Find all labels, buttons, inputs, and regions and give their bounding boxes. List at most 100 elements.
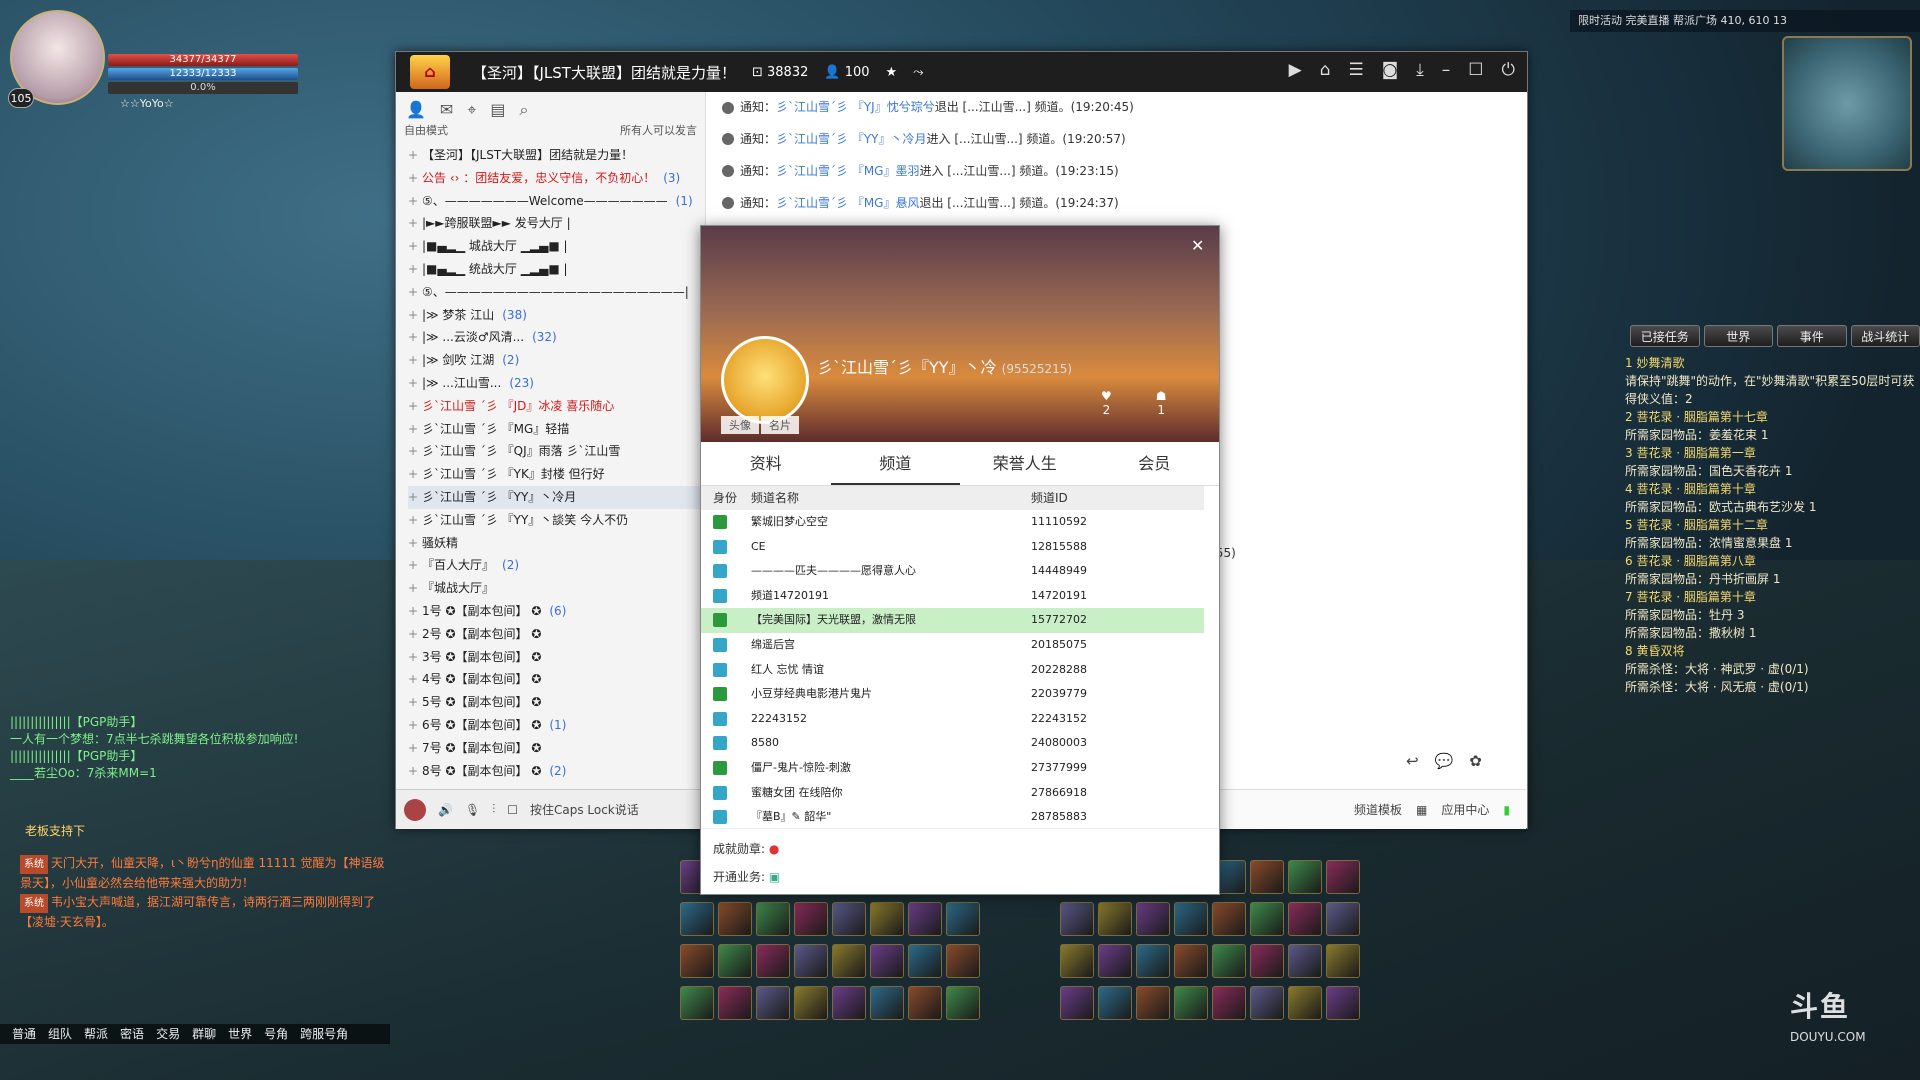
skill-slot[interactable] [680, 944, 714, 978]
quest-line[interactable]: 所需家园物品：丹书折画屏 1 [1625, 570, 1915, 588]
skill-slot[interactable] [946, 944, 980, 978]
quest-line[interactable]: 所需家园物品：欧式古典布艺沙发 1 [1625, 498, 1915, 516]
notice-channel[interactable]: ...江山雪... [967, 100, 1026, 114]
download-icon[interactable]: ⤓ [1416, 60, 1424, 80]
channel-tree-item[interactable]: + |≫ ...江山雪... (23) [408, 372, 705, 395]
self-avatar[interactable] [404, 798, 426, 821]
channel-name-cell[interactable]: 22243152 [745, 707, 1025, 732]
channel-tree-item[interactable]: + ⑤、———————Welcome——————— (1) [408, 190, 705, 213]
template-button[interactable]: 频道模板 [1354, 801, 1402, 818]
skill-slot[interactable] [1174, 902, 1208, 936]
quest-line[interactable]: 7 菩花录 · 胭脂篇第十章 [1625, 588, 1915, 606]
app-center-button[interactable]: 应用中心 [1441, 801, 1489, 818]
card-tab[interactable]: 名片 [761, 416, 799, 434]
channel-row[interactable]: ————匹夫————愿得意人心 14448949 [701, 559, 1204, 584]
channel-tree-item[interactable]: + |►►跨服联盟►► 发号大厅 | [408, 212, 705, 235]
skill-slot[interactable] [832, 902, 866, 936]
expand-icon[interactable]: + [408, 144, 422, 167]
expand-icon[interactable]: + [408, 167, 422, 190]
quest-line[interactable]: 所需家园物品：撒秋树 1 [1625, 624, 1915, 642]
skill-slot[interactable] [1060, 902, 1094, 936]
skill-slot[interactable] [832, 944, 866, 978]
power-icon[interactable]: ⏻ [1502, 60, 1515, 80]
expand-icon[interactable]: + [408, 463, 422, 486]
expand-icon[interactable]: + [408, 714, 422, 737]
speaker-icon[interactable]: 🔊 [438, 803, 453, 817]
channel-tree-item[interactable]: +4号 ✪【副本包间】 ✪ [408, 668, 705, 691]
channel-tree-item[interactable]: + 『城战大厅』 [408, 577, 705, 600]
skill-slot[interactable] [718, 944, 752, 978]
quest-line[interactable]: 3 菩花录 · 胭脂篇第一章 [1625, 444, 1915, 462]
quest-line[interactable]: 所需家园物品：牡丹 3 [1625, 606, 1915, 624]
channel-name-cell[interactable]: 【完美国际】天光联盟，激情无限 [745, 608, 1025, 633]
channel-tree-item[interactable]: + 彡ˋ江山雪 ˊ彡 『QJ』雨落 彡ˋ江山雪 [408, 440, 705, 463]
notice-channel[interactable]: ...江山雪... [952, 196, 1011, 210]
chat-tab[interactable]: 跨服号角 [296, 1024, 352, 1044]
skill-slot[interactable] [908, 986, 942, 1020]
expand-icon[interactable]: + [408, 668, 422, 691]
caps-checkbox[interactable]: ☐ [507, 803, 518, 817]
expand-icon[interactable]: + [408, 737, 422, 760]
skill-slot[interactable] [794, 902, 828, 936]
channel-name-cell[interactable]: 僵尸-鬼片-惊险-刺激 [745, 756, 1025, 781]
channel-tree-item[interactable]: + |■▄▂▁ 统战大厅 ▁▂▄■ | [408, 258, 705, 281]
expand-icon[interactable]: + [408, 577, 422, 600]
expand-icon[interactable]: + [408, 258, 422, 281]
gamepad-icon[interactable]: ◙ [1382, 60, 1399, 80]
skill-slot[interactable] [680, 902, 714, 936]
profile-tab[interactable]: 频道 [830, 442, 960, 485]
quest-tab[interactable]: 世界 [1703, 325, 1773, 347]
channel-name-cell[interactable]: 红人 忘忧 情谊 [745, 658, 1025, 683]
profile-tab[interactable]: 会员 [1090, 442, 1220, 485]
skill-slot[interactable] [1288, 944, 1322, 978]
channel-row[interactable]: CE 12815588 [701, 535, 1204, 560]
minimap[interactable] [1782, 36, 1912, 171]
channel-tree-item[interactable]: + 【圣河】【JLST大联盟】团结就是力量！ [408, 144, 705, 167]
channel-row[interactable]: 22243152 22243152 [701, 707, 1204, 732]
profile-avatar[interactable] [721, 336, 809, 424]
reply-icon[interactable]: ↩ [1406, 752, 1419, 770]
channel-tree-item[interactable]: + 彡ˋ江山雪 ˊ彡 『JD』冰凌 喜乐随心 [408, 395, 705, 418]
skill-slot[interactable] [1250, 944, 1284, 978]
user-icon[interactable]: 👤 [406, 100, 426, 119]
channel-name-cell[interactable]: CE [745, 535, 1025, 560]
skill-slot[interactable] [756, 986, 790, 1020]
channel-tree-item[interactable]: + 彡ˋ江山雪 ˊ彡 『YK』封楼 但行好 [408, 463, 705, 486]
skill-slot[interactable] [870, 986, 904, 1020]
channel-tree-item[interactable]: + |≫ 剑吹 江湖 (2) [408, 349, 705, 372]
skill-slot[interactable] [1060, 986, 1094, 1020]
expand-icon[interactable]: + [408, 509, 422, 532]
channel-tree-item[interactable]: + |■▄▂▁ 城战大厅 ▁▂▄■ | [408, 235, 705, 258]
skill-slot[interactable] [718, 986, 752, 1020]
chat-tab[interactable]: 世界 [224, 1024, 256, 1044]
channel-tree-item[interactable]: + 公告 ‹› ：团结友爱，忠义守信，不负初心！ (3) [408, 167, 705, 190]
skill-slot[interactable] [1174, 944, 1208, 978]
expand-icon[interactable]: + [408, 646, 422, 669]
channel-tree-item[interactable]: + |≫ ...云淡♂风清... (32) [408, 326, 705, 349]
expand-icon[interactable]: + [408, 760, 422, 783]
comment-icon[interactable]: 💬 [1435, 752, 1454, 770]
maximize-icon[interactable]: ☐ [1468, 60, 1483, 80]
channel-tree-item[interactable]: +6号 ✪【副本包间】 ✪ (1) [408, 714, 705, 737]
notice-user[interactable]: 彡ˋ江山雪ˊ彡 『MG』墨羽 [776, 164, 919, 178]
video-icon[interactable]: ▶ [1289, 60, 1302, 80]
skill-slot[interactable] [1136, 986, 1170, 1020]
skill-slot[interactable] [1098, 944, 1132, 978]
channel-tree-item[interactable]: + 彡ˋ江山雪 ˊ彡 『YY』丶冷月 [408, 485, 705, 509]
expand-icon[interactable]: + [408, 349, 422, 372]
expand-icon[interactable]: + [408, 623, 422, 646]
channel-tree-item[interactable]: + |≫ 梦茶 江山 (38) [408, 304, 705, 327]
skill-slot[interactable] [1060, 944, 1094, 978]
skill-slot[interactable] [1098, 902, 1132, 936]
skill-slot[interactable] [908, 944, 942, 978]
skill-slot[interactable] [908, 902, 942, 936]
channel-row[interactable]: 蜜糖女团 在线陪你 27866918 [701, 781, 1204, 806]
expand-icon[interactable]: + [408, 691, 422, 714]
channel-tree-item[interactable]: + 彡ˋ江山雪 ˊ彡 『YY』丶談笑 今人不仍 [408, 509, 705, 532]
quest-line[interactable]: 6 菩花录 · 胭脂篇第八章 [1625, 552, 1915, 570]
channel-tree-item[interactable]: +8号 ✪【副本包间】 ✪ (2) [408, 760, 705, 783]
skill-slot[interactable] [1136, 944, 1170, 978]
skill-slot[interactable] [756, 902, 790, 936]
profile-tab[interactable]: 资料 [701, 442, 831, 485]
expand-icon[interactable]: + [408, 326, 422, 349]
